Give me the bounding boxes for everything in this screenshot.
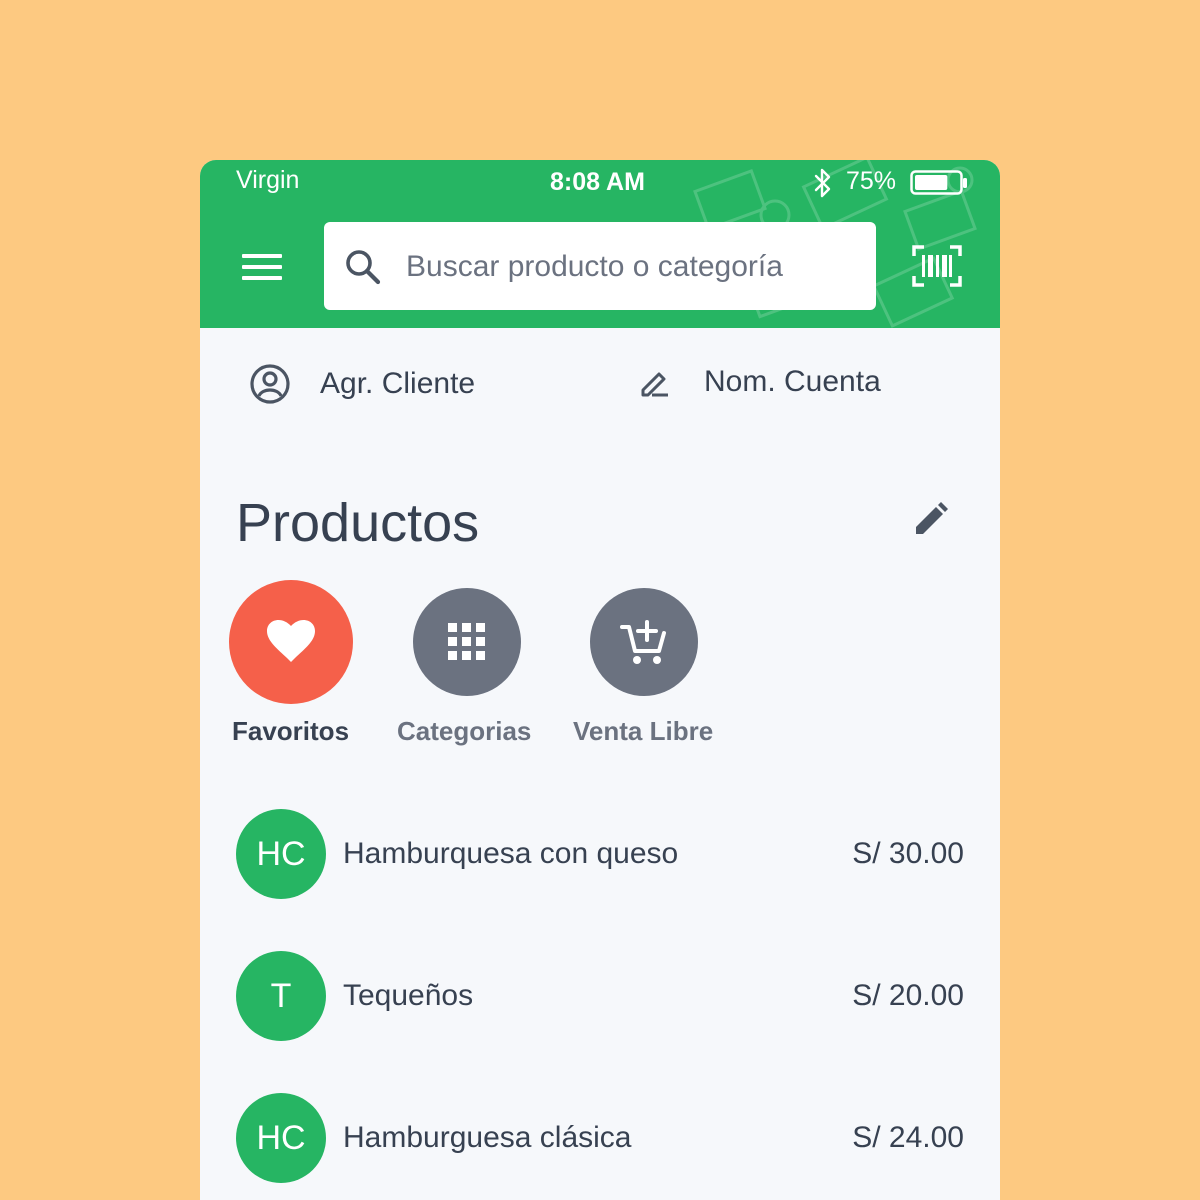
pencil-line-icon (641, 372, 668, 397)
hamburger-menu-icon-line (242, 265, 282, 269)
user-circle-icon (250, 364, 290, 404)
categorias-circle (413, 588, 521, 696)
product-name: Hamburguesa clásica (343, 1121, 632, 1154)
avatar: T (236, 951, 326, 1041)
product-price: S/ 20.00 (852, 979, 964, 1012)
list-item[interactable]: HC Hamburguesa clásica S/ 24.00 (200, 1093, 1000, 1183)
account-name-label: Nom. Cuenta (704, 365, 881, 398)
search-input[interactable] (404, 240, 858, 294)
product-name: Tequeños (343, 979, 474, 1012)
add-client-label: Agr. Cliente (320, 367, 476, 400)
venta-libre-circle (590, 588, 698, 696)
grid-icon (448, 623, 485, 660)
battery-icon (910, 170, 967, 195)
list-item[interactable]: HC Hamburquesa con queso S/ 30.00 (200, 809, 1000, 899)
search-icon (346, 250, 381, 285)
product-name: Hamburquesa con queso (343, 837, 679, 870)
heart-icon (267, 620, 315, 662)
battery-fill (915, 175, 948, 190)
bluetooth-icon (814, 168, 831, 198)
category-label: Categorias (397, 716, 532, 746)
category-label: Venta Libre (573, 716, 714, 746)
hamburger-menu-icon-line (242, 276, 282, 280)
account-name-button[interactable]: Nom. Cuenta (638, 358, 881, 406)
favoritos-circle (229, 580, 353, 704)
search-box[interactable] (324, 222, 876, 310)
pencil-icon[interactable] (910, 500, 950, 540)
app-header: Virgin 8:08 AM 75% (200, 160, 1000, 328)
product-price: S/ 30.00 (852, 837, 964, 870)
avatar: HC (236, 809, 326, 899)
avatar: HC (236, 1093, 326, 1183)
category-label: Favoritos (232, 716, 350, 746)
phone-screen: Virgin 8:08 AM 75% Buscar producto o cat… (200, 160, 1000, 1200)
cart-add-icon (620, 620, 666, 664)
list-item[interactable]: T Tequeños S/ 20.00 (200, 951, 1000, 1041)
menu-button[interactable] (234, 242, 290, 290)
hamburger-menu-icon-line (242, 254, 282, 258)
status-time: 8:08 AM (550, 168, 645, 196)
battery-percent: 75% (846, 167, 897, 195)
add-client-button[interactable]: Agr. Cliente (248, 360, 475, 408)
carrier-name: Virgin (236, 166, 300, 194)
barcode-scan-icon[interactable] (912, 244, 962, 288)
product-price: S/ 24.00 (852, 1121, 964, 1154)
products-title: Productos (236, 493, 480, 553)
